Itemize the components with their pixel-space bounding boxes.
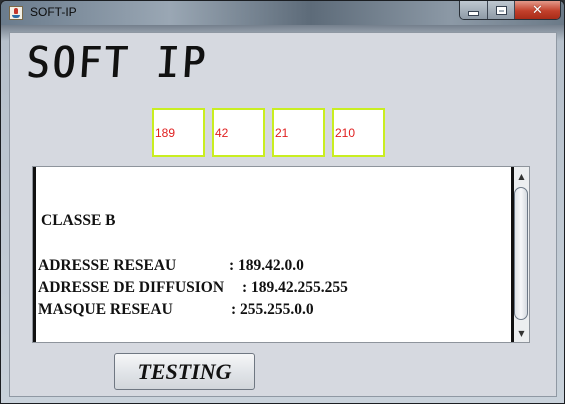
subnet-mask-value: : 255.255.0.0	[231, 301, 314, 318]
close-icon: ✕	[532, 2, 543, 18]
minimize-button[interactable]	[460, 1, 488, 19]
network-address-value: : 189.42.0.0	[229, 257, 304, 274]
window-title: SOFT-IP	[30, 5, 77, 19]
result-text: CLASSE B ADRESSE RESEAU : 189.42.0.0 ADR…	[33, 167, 511, 342]
ip-octet-2[interactable]	[212, 108, 265, 157]
app-logo: SOFT IP	[24, 38, 210, 88]
window-controls: ✕	[459, 1, 561, 20]
maximize-icon	[496, 6, 506, 14]
ip-class-line: CLASSE B	[41, 212, 116, 229]
scroll-up-icon[interactable]: ▲	[515, 169, 528, 183]
ip-octet-4-input[interactable]	[334, 110, 383, 155]
broadcast-address-label: ADRESSE DE DIFFUSION	[38, 279, 225, 296]
app-window: SOFT-IP ✕ SOFT IP CLA	[0, 0, 565, 404]
ip-octet-3[interactable]	[272, 108, 325, 157]
maximize-button[interactable]	[488, 1, 515, 19]
ip-octet-1-input[interactable]	[154, 110, 203, 155]
result-text-area[interactable]: CLASSE B ADRESSE RESEAU : 189.42.0.0 ADR…	[32, 166, 530, 343]
ip-octet-1[interactable]	[152, 108, 205, 157]
client-area: SOFT IP CLASSE B ADRESSE RESEAU : 189.42…	[9, 32, 557, 397]
java-app-icon[interactable]	[9, 6, 23, 20]
scrollbar-thumb[interactable]	[514, 187, 528, 320]
scroll-down-icon[interactable]: ▼	[515, 326, 528, 340]
ip-octet-3-input[interactable]	[274, 110, 323, 155]
broadcast-address-value: : 189.42.255.255	[242, 279, 348, 296]
minimize-icon	[469, 11, 478, 15]
subnet-mask-label: MASQUE RESEAU	[38, 301, 173, 318]
network-address-label: ADRESSE RESEAU	[38, 257, 177, 274]
vertical-scrollbar[interactable]: ▲ ▼	[511, 167, 529, 342]
testing-button[interactable]: TESTING	[114, 353, 255, 390]
ip-octet-2-input[interactable]	[214, 110, 263, 155]
close-button[interactable]: ✕	[515, 1, 560, 19]
title-bar[interactable]: SOFT-IP ✕	[1, 1, 564, 25]
ip-octet-4[interactable]	[332, 108, 385, 157]
